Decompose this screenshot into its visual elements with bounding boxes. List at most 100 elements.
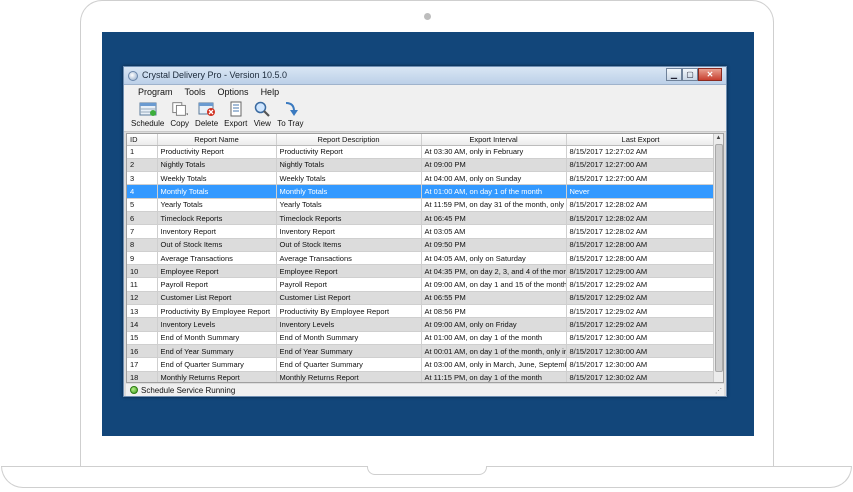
cell-report-description: End of Month Summary: [276, 331, 422, 345]
cell-report-description: End of Quarter Summary: [276, 357, 422, 372]
cell-last-export: 8/15/2017 12:30:02 AM: [566, 371, 716, 382]
cell-report-name: End of Month Summary: [157, 331, 277, 345]
cell-export-interval: At 04:00 AM, only on Sunday: [421, 171, 567, 186]
cell-id: 16: [127, 344, 158, 359]
cell-id: 17: [127, 357, 158, 372]
cell-export-interval: At 00:01 AM, on day 1 of the month, only…: [421, 344, 567, 359]
export-icon: [227, 100, 245, 118]
cell-report-name: Inventory Levels: [157, 317, 277, 332]
cell-report-description: Monthly Returns Report: [276, 371, 422, 382]
menu-options[interactable]: Options: [212, 85, 255, 100]
cell-id: 8: [127, 238, 158, 252]
view-button[interactable]: View: [250, 100, 274, 131]
cell-report-name: Weekly Totals: [157, 171, 277, 186]
cell-report-description: Nightly Totals: [276, 158, 422, 173]
maximize-button[interactable]: ▢: [682, 68, 698, 81]
cell-last-export: 8/15/2017 12:29:02 AM: [566, 291, 716, 306]
table-row[interactable]: 1 Productivity Report Productivity Report A…: [127, 145, 716, 159]
cell-id: 4: [127, 184, 158, 199]
copy-label: Copy: [170, 119, 190, 128]
status-indicator-icon: [130, 386, 138, 394]
cell-export-interval: At 11:15 PM, on day 1 of the month: [421, 371, 567, 382]
cell-id: 11: [127, 277, 158, 292]
cell-last-export: 8/15/2017 12:28:02 AM: [566, 224, 716, 239]
table-row[interactable]: 11 Payroll Report Payroll Report At 09:00 A…: [127, 277, 716, 292]
to-tray-button[interactable]: To Tray: [274, 100, 306, 131]
schedule-label: Schedule: [131, 119, 165, 128]
table-row[interactable]: 8 Out of Stock Items Out of Stock Items At …: [127, 238, 716, 252]
cell-id: 13: [127, 304, 158, 319]
cell-export-interval: At 03:05 AM: [421, 224, 567, 239]
col-report-name[interactable]: Report Name: [157, 134, 277, 146]
camera-icon: [424, 13, 431, 20]
table-row[interactable]: 10 Employee Report Employee Report At 04:35…: [127, 264, 716, 279]
cell-last-export: 8/15/2017 12:30:00 AM: [566, 357, 716, 372]
cell-id: 14: [127, 317, 158, 332]
cell-report-description: Productivity By Employee Report: [276, 304, 422, 319]
cell-report-name: Nightly Totals: [157, 158, 277, 173]
export-button[interactable]: Export: [221, 100, 250, 131]
cell-id: 3: [127, 171, 158, 186]
table-row[interactable]: 4 Monthly Totals Monthly Totals At 01:00 AM…: [127, 184, 716, 199]
menu-program[interactable]: Program: [132, 85, 179, 100]
table-row[interactable]: 18 Monthly Returns Report Monthly Returns …: [127, 371, 716, 382]
table-row[interactable]: 6 Timeclock Reports Timeclock Reports At 06…: [127, 211, 716, 226]
table-row[interactable]: 2 Nightly Totals Nightly Totals At 09:00 PM…: [127, 158, 716, 173]
menu-bar: Program Tools Options Help: [124, 85, 726, 100]
menu-help[interactable]: Help: [255, 85, 286, 100]
col-last-export[interactable]: Last Export: [566, 134, 716, 146]
minimize-button[interactable]: ▁: [666, 68, 682, 81]
cell-id: 1: [127, 145, 158, 159]
table-row[interactable]: 14 Inventory Levels Inventory Levels At 09:…: [127, 317, 716, 332]
cell-report-description: Yearly Totals: [276, 198, 422, 212]
cell-report-description: Payroll Report: [276, 277, 422, 292]
scroll-up-icon[interactable]: ▲: [714, 134, 723, 143]
cell-report-description: Out of Stock Items: [276, 238, 422, 252]
col-export-interval[interactable]: Export Interval: [421, 134, 567, 146]
cell-export-interval: At 06:45 PM: [421, 211, 567, 226]
cell-export-interval: At 09:00 AM, only on Friday: [421, 317, 567, 332]
cell-last-export: Never: [566, 184, 716, 199]
cell-export-interval: At 04:35 PM, on day 2, 3, and 4 of the m…: [421, 264, 567, 279]
cell-export-interval: At 03:30 AM, only in February: [421, 145, 567, 159]
title-bar[interactable]: Crystal Delivery Pro - Version 10.5.0 ▁ …: [124, 67, 726, 85]
col-id[interactable]: ID: [127, 134, 158, 146]
cell-last-export: 8/15/2017 12:27:00 AM: [566, 158, 716, 173]
col-report-description[interactable]: Report Description: [276, 134, 422, 146]
table-row[interactable]: 13 Productivity By Employee Report Product…: [127, 304, 716, 319]
table-row[interactable]: 7 Inventory Report Inventory Report At 03:0…: [127, 224, 716, 239]
cell-report-name: End of Year Summary: [157, 344, 277, 359]
table-row[interactable]: 3 Weekly Totals Weekly Totals At 04:00 AM, …: [127, 171, 716, 186]
laptop-notch: [367, 466, 487, 475]
table-row[interactable]: 16 End of Year Summary End of Year Summary…: [127, 344, 716, 359]
menu-tools[interactable]: Tools: [179, 85, 212, 100]
cell-report-name: Productivity Report: [157, 145, 277, 159]
vertical-scrollbar[interactable]: ▲: [713, 134, 723, 382]
cell-report-description: Average Transactions: [276, 251, 422, 266]
copy-button[interactable]: Copy: [167, 100, 192, 131]
to-tray-label: To Tray: [277, 119, 304, 128]
delete-button[interactable]: Delete: [192, 100, 221, 131]
scroll-thumb[interactable]: [715, 144, 723, 372]
cell-last-export: 8/15/2017 12:30:00 AM: [566, 344, 716, 359]
table-row[interactable]: 17 End of Quarter Summary End of Quarter S…: [127, 357, 716, 372]
cell-id: 9: [127, 251, 158, 266]
cell-last-export: 8/15/2017 12:29:02 AM: [566, 317, 716, 332]
cell-report-description: Weekly Totals: [276, 171, 422, 186]
close-button[interactable]: ✕: [698, 68, 722, 81]
schedule-button[interactable]: Schedule: [128, 100, 167, 131]
status-text: Schedule Service Running: [141, 385, 236, 395]
cell-export-interval: At 08:56 PM: [421, 304, 567, 319]
cell-report-description: Monthly Totals: [276, 184, 422, 199]
delete-label: Delete: [195, 119, 219, 128]
magnifier-icon: [253, 100, 271, 118]
status-bar: Schedule Service Running ⋰: [126, 384, 724, 396]
cell-last-export: 8/15/2017 12:28:02 AM: [566, 198, 716, 212]
table-row[interactable]: 5 Yearly Totals Yearly Totals At 11:59 PM, …: [127, 198, 716, 212]
cell-report-name: Out of Stock Items: [157, 238, 277, 252]
cell-last-export: 8/15/2017 12:28:00 AM: [566, 238, 716, 252]
table-row[interactable]: 15 End of Month Summary End of Month Summa…: [127, 331, 716, 345]
resize-grip-icon[interactable]: ⋰: [715, 387, 722, 395]
table-row[interactable]: 9 Average Transactions Average Transaction…: [127, 251, 716, 266]
table-row[interactable]: 12 Customer List Report Customer List Repo…: [127, 291, 716, 306]
